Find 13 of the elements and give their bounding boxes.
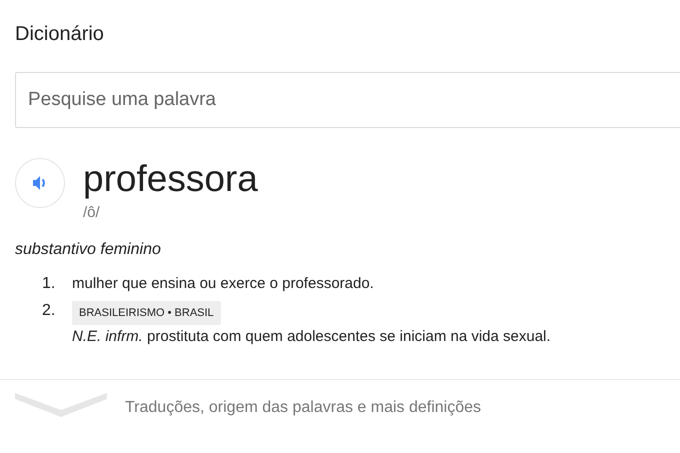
more-definitions-link[interactable]: Traduções, origem das palavras e mais definições xyxy=(125,399,482,417)
speaker-icon xyxy=(32,175,48,191)
sense-number: 2. xyxy=(42,301,56,321)
dictionary-title: Dicionário xyxy=(15,22,105,47)
region-tag: BRASILEIRISMO • BRASIL xyxy=(72,301,221,325)
part-of-speech: substantivo feminino xyxy=(15,240,162,260)
headword: professora xyxy=(83,157,258,201)
pronunciation: /ô/ xyxy=(83,203,101,223)
search-field[interactable]: Pesquise uma palavra xyxy=(15,72,680,128)
speaker-button[interactable] xyxy=(15,158,65,208)
definition-text: mulher que ensina ou exerce o professorado. xyxy=(72,274,374,294)
sense-number: 1. xyxy=(42,274,56,294)
definition-text: N.E. infrm. prostituta com quem adolescentes se iniciam na vida sexual. xyxy=(72,327,551,347)
